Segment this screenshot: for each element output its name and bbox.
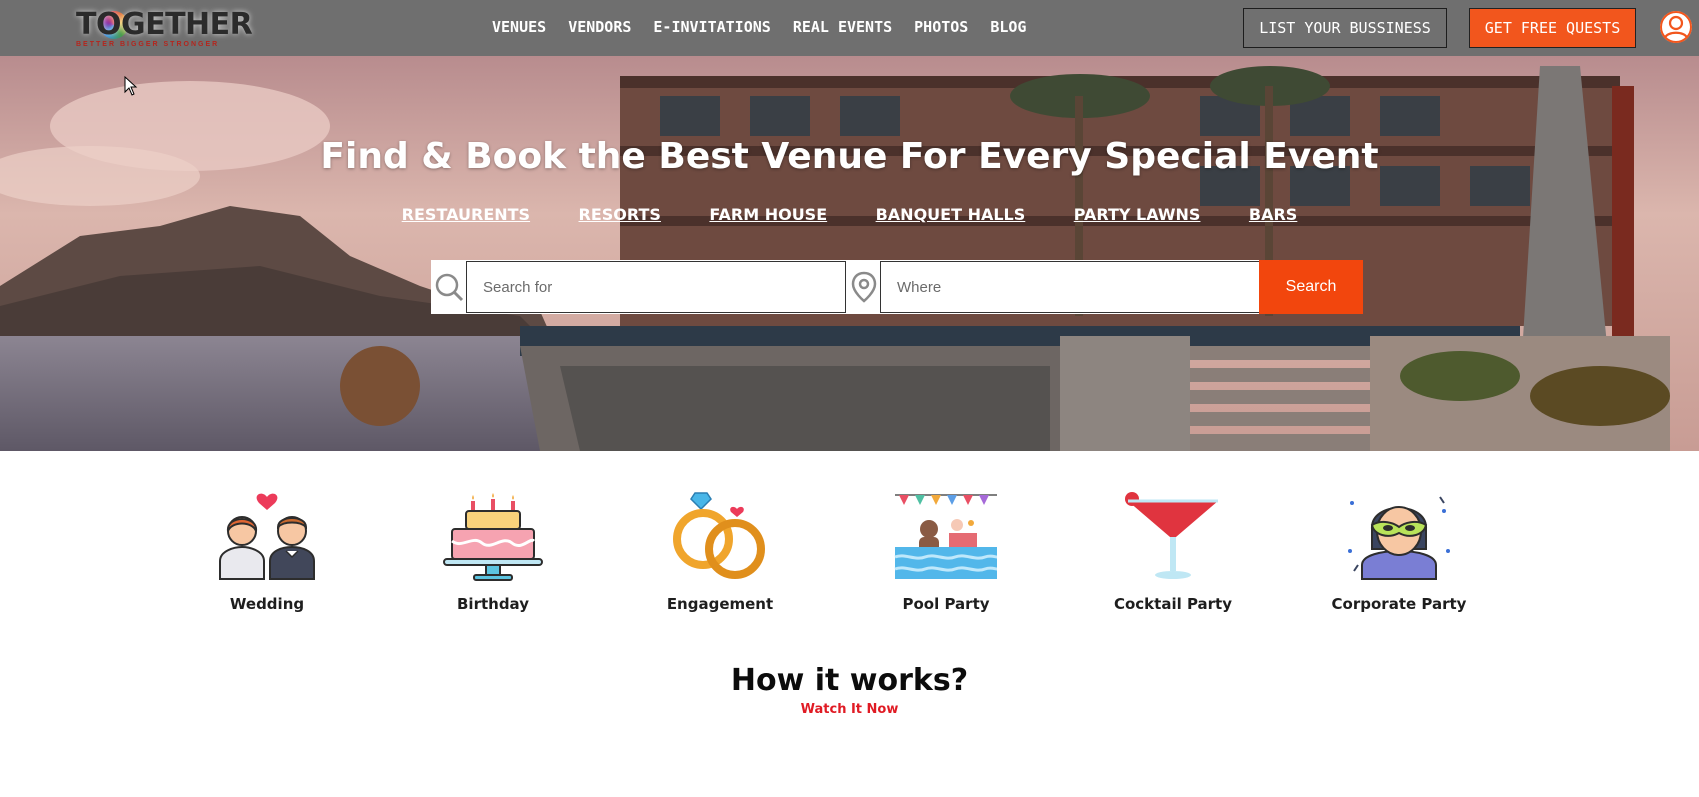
event-pool-party[interactable]: Pool Party: [846, 491, 1046, 613]
main-nav: VENUES VENDORS E-INVITATIONS REAL EVENTS…: [492, 18, 1048, 36]
nav-item-venues[interactable]: VENUES: [492, 18, 546, 36]
nav-item-vendors[interactable]: VENDORS: [568, 18, 631, 36]
category-party-lawns[interactable]: PARTY LAWNS: [1074, 205, 1201, 224]
how-it-works-section: How it works? Watch It Now: [0, 663, 1699, 718]
where-input[interactable]: [880, 261, 1261, 313]
search-button[interactable]: Search: [1259, 260, 1363, 314]
watch-it-now-link[interactable]: Watch It Now: [801, 702, 899, 717]
event-label: Cocktail Party: [1113, 595, 1233, 613]
category-farm-house[interactable]: FARM HOUSE: [709, 205, 827, 224]
event-birthday[interactable]: Birthday: [393, 491, 593, 613]
nav-item-blog[interactable]: BLOG: [990, 18, 1026, 36]
get-free-quests-button[interactable]: GET FREE QUESTS: [1469, 8, 1636, 48]
list-your-business-button[interactable]: LIST YOUR BUSSINESS: [1243, 8, 1447, 48]
search-icon: [431, 260, 466, 314]
cocktail-glass-icon: [1125, 492, 1218, 579]
event-label: Engagement: [666, 595, 774, 613]
nav-item-photos[interactable]: PHOTOS: [914, 18, 968, 36]
wedding-couple-icon: [219, 493, 315, 580]
birthday-cake-icon: [443, 493, 543, 581]
hero-background-image: [0, 56, 1699, 451]
logo-text: TOGETHER: [76, 7, 253, 42]
category-banquet-halls[interactable]: BANQUET HALLS: [876, 205, 1026, 224]
event-cocktail-party[interactable]: Cocktail Party: [1073, 491, 1273, 613]
masquerade-mask-icon: [1348, 496, 1450, 580]
venue-search-bar: Search: [431, 260, 1363, 314]
search-for-input[interactable]: [466, 261, 846, 313]
category-bars[interactable]: BARS: [1249, 205, 1297, 224]
mouse-pointer-icon: [124, 76, 138, 96]
event-label: Pool Party: [902, 595, 990, 613]
event-label: Wedding: [229, 595, 305, 613]
category-restaurents[interactable]: RESTAURENTS: [402, 205, 530, 224]
together-logo[interactable]: TOGETHER BETTER BIGGER STRONGER: [76, 7, 256, 51]
event-label: Corporate Party: [1331, 595, 1467, 613]
hero-title: Find & Book the Best Venue For Every Spe…: [320, 136, 1379, 177]
category-resorts[interactable]: RESORTS: [579, 205, 661, 224]
nav-item-real-events[interactable]: REAL EVENTS: [793, 18, 892, 36]
event-types: Wedding Birthday Engagement Pool Party C…: [0, 451, 1699, 651]
event-label: Birthday: [457, 595, 529, 613]
site-header: TOGETHER BETTER BIGGER STRONGER VENUES V…: [0, 0, 1699, 56]
venue-category-links: RESTAURENTS RESORTS FARM HOUSE BANQUET H…: [0, 205, 1699, 225]
event-corporate-party[interactable]: Corporate Party: [1299, 491, 1499, 613]
event-engagement[interactable]: Engagement: [620, 491, 820, 613]
engagement-rings-icon: [673, 492, 765, 579]
location-pin-icon: [846, 260, 881, 314]
user-avatar-icon[interactable]: [1659, 10, 1693, 44]
pool-party-icon: [894, 494, 998, 579]
nav-item-e-invitations[interactable]: E-INVITATIONS: [653, 18, 770, 36]
logo-tagline: BETTER BIGGER STRONGER: [76, 41, 220, 48]
event-wedding[interactable]: Wedding: [167, 491, 367, 613]
hero-banner: Find & Book the Best Venue For Every Spe…: [0, 56, 1699, 451]
how-it-works-title: How it works?: [730, 663, 969, 698]
